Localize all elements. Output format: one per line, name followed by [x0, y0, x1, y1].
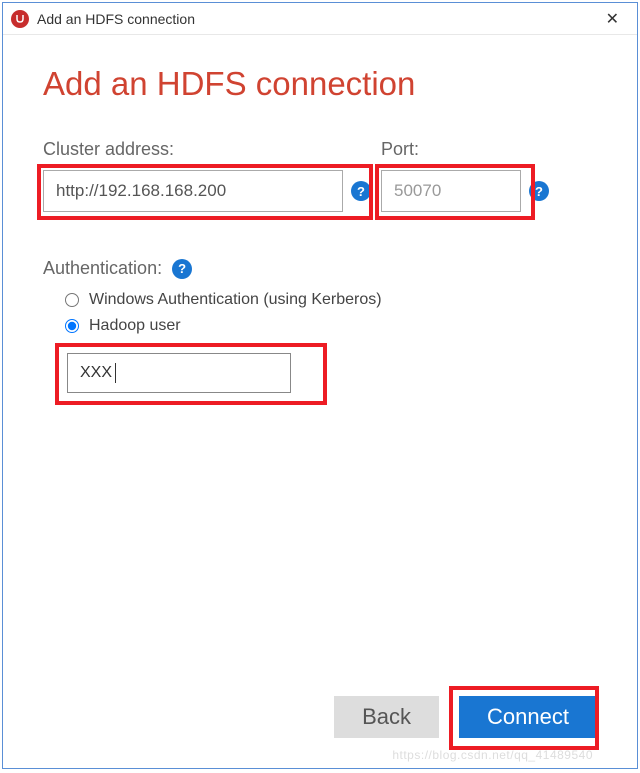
- windows-auth-radio[interactable]: [65, 293, 79, 307]
- hadoop-user-radio[interactable]: [65, 319, 79, 333]
- page-title: Add an HDFS connection: [43, 65, 597, 103]
- back-button[interactable]: Back: [334, 696, 439, 738]
- hadoop-user-label[interactable]: Hadoop user: [89, 317, 181, 335]
- help-icon[interactable]: ?: [172, 259, 192, 279]
- text-cursor: [115, 363, 116, 383]
- dialog-content: Add an HDFS connection Cluster address: …: [3, 35, 637, 413]
- watermark: https://blog.csdn.net/qq_41489540: [392, 748, 593, 762]
- hadoop-user-input[interactable]: [67, 353, 291, 393]
- window-title: Add an HDFS connection: [37, 11, 596, 27]
- connect-button[interactable]: Connect: [459, 696, 597, 738]
- cluster-address-input[interactable]: [43, 170, 343, 212]
- windows-auth-label[interactable]: Windows Authentication (using Kerberos): [89, 291, 382, 309]
- port-label: Port:: [381, 139, 549, 160]
- cluster-address-label: Cluster address:: [43, 139, 371, 160]
- port-input[interactable]: [381, 170, 521, 212]
- help-icon[interactable]: ?: [351, 181, 371, 201]
- close-icon[interactable]: ✕: [596, 5, 629, 33]
- titlebar: Add an HDFS connection ✕: [3, 3, 637, 35]
- help-icon[interactable]: ?: [529, 181, 549, 201]
- authentication-label: Authentication:: [43, 258, 162, 279]
- dialog-window: Add an HDFS connection ✕ Add an HDFS con…: [2, 2, 638, 769]
- app-icon: [11, 10, 29, 28]
